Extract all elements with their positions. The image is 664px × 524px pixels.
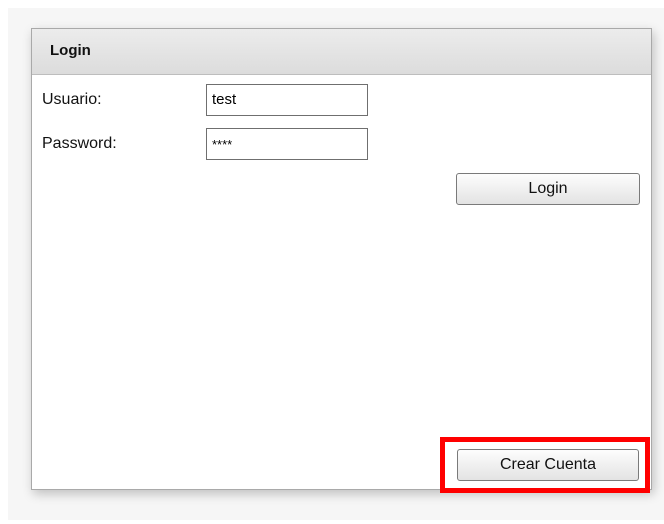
username-label: Usuario:	[42, 91, 102, 108]
password-label: Password:	[42, 135, 117, 152]
password-input[interactable]: ****	[206, 128, 368, 160]
highlight-box	[440, 437, 650, 493]
login-panel: Login Usuario: test Password: **** Login…	[31, 28, 652, 490]
panel-header: Login	[32, 29, 651, 75]
login-button[interactable]: Login	[456, 173, 640, 205]
username-input[interactable]: test	[206, 84, 368, 116]
panel-title: Login	[50, 42, 91, 59]
